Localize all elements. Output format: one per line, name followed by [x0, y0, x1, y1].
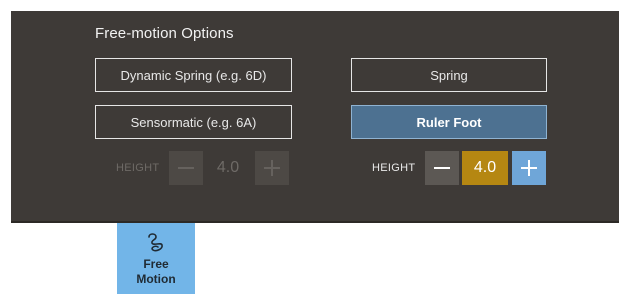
free-motion-tile-button[interactable]: Free Motion [117, 223, 195, 294]
right-height-decrease-button[interactable] [425, 151, 459, 185]
free-motion-tile-label: Free Motion [136, 257, 175, 287]
left-height-value: 4.0 [216, 159, 240, 176]
right-height-label: HEIGHT [372, 162, 416, 174]
free-motion-options-panel: Free-motion Options Dynamic Spring (e.g.… [11, 11, 619, 223]
left-height-decrease-button[interactable] [169, 151, 203, 185]
spring-option-button[interactable]: Spring [351, 58, 547, 92]
plus-icon [521, 160, 537, 176]
plus-icon [264, 160, 280, 176]
panel-title: Free-motion Options [95, 25, 234, 42]
minus-icon [434, 167, 450, 169]
tile-label-line1: Free [143, 257, 169, 271]
sensormatic-option-button[interactable]: Sensormatic (e.g. 6A) [95, 105, 292, 139]
tile-label-line2: Motion [136, 272, 176, 286]
ruler-foot-option-button[interactable]: Ruler Foot [351, 105, 547, 139]
right-height-value: 4.0 [462, 151, 508, 185]
minus-icon [178, 167, 194, 169]
left-height-label: HEIGHT [116, 162, 160, 174]
left-height-increase-button[interactable] [255, 151, 289, 185]
free-motion-squiggle-icon [148, 233, 163, 252]
dynamic-spring-option-button[interactable]: Dynamic Spring (e.g. 6D) [95, 58, 292, 92]
right-height-increase-button[interactable] [512, 151, 546, 185]
